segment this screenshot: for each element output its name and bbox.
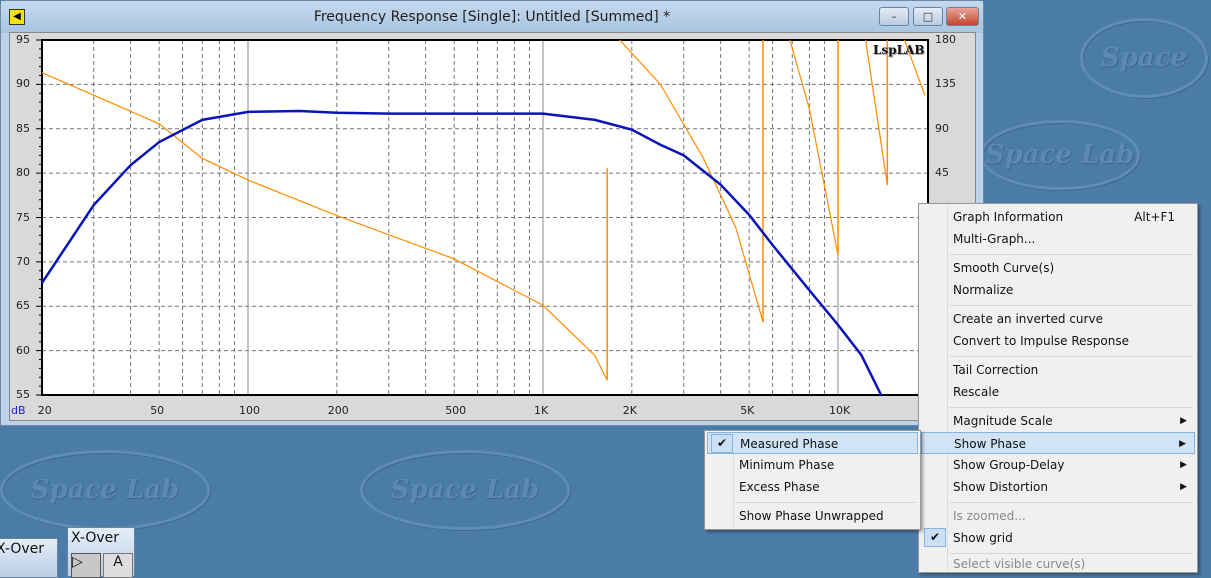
menu-item-label: Show grid xyxy=(953,531,1013,545)
menu-item-show-grid[interactable]: Show grid ✔ xyxy=(921,527,1195,549)
checkmark-icon: ✔ xyxy=(711,434,733,453)
menu-item-rescale[interactable]: Rescale xyxy=(921,381,1195,403)
y-tick-label: 95 xyxy=(16,33,30,46)
submenu-item-measured-phase[interactable]: Measured Phase ✔ xyxy=(707,432,918,454)
menu-separator xyxy=(949,254,1193,255)
menu-item-label: Convert to Impulse Response xyxy=(953,334,1129,348)
y2-tick-label: 90 xyxy=(935,121,949,135)
menu-item-label: Select visible curve(s) xyxy=(953,557,1086,571)
menu-item-show-group-delay[interactable]: Show Group-Delay ▶ xyxy=(921,454,1195,476)
menu-item-label: Normalize xyxy=(953,283,1014,297)
menu-item-label: Tail Correction xyxy=(953,363,1039,377)
y-tick-label: 55 xyxy=(16,388,30,401)
menu-item-label: Minimum Phase xyxy=(739,458,835,472)
menu-item-label: Rescale xyxy=(953,385,1000,399)
menu-separator xyxy=(735,502,916,503)
x-tick-label: 5K xyxy=(740,404,755,417)
submenu-item-minimum-phase[interactable]: Minimum Phase xyxy=(707,454,918,476)
menu-item-show-phase[interactable]: Show Phase ▶ xyxy=(921,432,1195,454)
background-logo: Space Lab xyxy=(980,120,1140,190)
y2-tick-label: 45 xyxy=(935,166,949,180)
menu-separator xyxy=(949,502,1193,503)
toolbar-title: X-Over xyxy=(71,530,120,546)
brand-label: LspLAB xyxy=(873,43,925,57)
menu-item-create-an-inverted-curve[interactable]: Create an inverted curve xyxy=(921,308,1195,330)
background-logo: Space Lab xyxy=(360,450,570,530)
x-tick-label: 500 xyxy=(445,404,467,417)
menu-separator xyxy=(949,407,1193,408)
menu-item-label: Create an inverted curve xyxy=(953,312,1103,326)
y2-tick-label: 135 xyxy=(935,77,956,91)
y-tick-label: 70 xyxy=(16,254,30,268)
menu-item-label: Magnitude Scale xyxy=(953,414,1053,428)
background-logo: Space Lab xyxy=(0,450,210,530)
pointer-tool-button[interactable]: ▷ xyxy=(71,553,101,578)
submenu-arrow-icon: ▶ xyxy=(1180,460,1187,470)
submenu-arrow-icon: ▶ xyxy=(1180,416,1187,426)
y-tick-label: 80 xyxy=(16,166,30,180)
toolbar-title: X-Over xyxy=(0,541,45,557)
x-tick-label: 50 xyxy=(150,404,165,417)
menu-item-smooth-curve-s[interactable]: Smooth Curve(s) xyxy=(921,257,1195,279)
menu-item-label: Smooth Curve(s) xyxy=(953,261,1055,275)
submenu-arrow-icon: ▶ xyxy=(1180,482,1187,492)
x-tick-label: 1K xyxy=(534,404,549,417)
menu-item-graph-information[interactable]: Graph Information Alt+F1 xyxy=(921,206,1195,228)
x-tick-label: 200 xyxy=(327,404,349,417)
xover-toolbar[interactable]: X-Over ▷ A xyxy=(67,527,135,578)
menu-item-is-zoomed[interactable]: Is zoomed... xyxy=(921,505,1195,527)
y-unit-label: dB xyxy=(11,404,26,417)
menu-item-label: Is zoomed... xyxy=(953,509,1026,523)
menu-item-label: Show Phase xyxy=(954,437,1027,451)
menu-item-label: Excess Phase xyxy=(739,480,820,494)
y2-tick-label: 180 xyxy=(935,33,956,46)
menu-separator xyxy=(949,356,1193,357)
checkmark-icon: ✔ xyxy=(924,528,946,547)
xover-toolbar[interactable]: X-Over xyxy=(0,538,58,578)
y-tick-label: 65 xyxy=(16,299,30,313)
menu-item-label: Show Group-Delay xyxy=(953,458,1065,472)
shortcut-label: Alt+F1 xyxy=(1134,210,1175,224)
submenu-item-excess-phase[interactable]: Excess Phase xyxy=(707,476,918,498)
menu-item-normalize[interactable]: Normalize xyxy=(921,279,1195,301)
menu-item-magnitude-scale[interactable]: Magnitude Scale ▶ xyxy=(921,410,1195,432)
menu-item-select-visible-curve-s[interactable]: Select visible curve(s) xyxy=(921,553,1195,575)
menu-separator xyxy=(949,305,1193,306)
graph-context-menu: Graph Information Alt+F1 Multi-Graph... Smo… xyxy=(918,203,1198,573)
submenu-arrow-icon: ▶ xyxy=(1179,439,1186,449)
menu-item-label: Graph Information xyxy=(953,210,1064,224)
menu-item-multi-graph[interactable]: Multi-Graph... xyxy=(921,228,1195,250)
y-tick-label: 85 xyxy=(16,121,30,135)
x-tick-label: 20 xyxy=(37,404,52,417)
submenu-item-show-phase-unwrapped[interactable]: Show Phase Unwrapped xyxy=(707,505,918,527)
menu-item-convert-to-impulse-response[interactable]: Convert to Impulse Response xyxy=(921,330,1195,352)
x-tick-label: 10K xyxy=(829,404,851,417)
menu-item-show-distortion[interactable]: Show Distortion ▶ xyxy=(921,476,1195,498)
show-phase-submenu: Measured Phase ✔ Minimum Phase Excess Phase… xyxy=(704,430,921,530)
x-tick-label: 100 xyxy=(239,404,260,417)
x-tick-label: 2K xyxy=(622,404,638,417)
background-logo: Space xyxy=(1080,18,1208,98)
text-tool-button[interactable]: A xyxy=(103,553,133,578)
menu-separator xyxy=(949,553,1193,554)
menu-item-label: Show Distortion xyxy=(953,480,1048,494)
menu-item-label: Multi-Graph... xyxy=(953,232,1036,246)
y-tick-label: 90 xyxy=(16,77,30,91)
menu-item-tail-correction[interactable]: Tail Correction xyxy=(921,359,1195,381)
frequency-response-plot[interactable] xyxy=(0,0,984,426)
menu-item-label: Show Phase Unwrapped xyxy=(739,509,884,523)
y-tick-label: 75 xyxy=(16,210,30,224)
y-tick-label: 60 xyxy=(16,343,30,357)
menu-item-label: Measured Phase xyxy=(740,437,839,451)
